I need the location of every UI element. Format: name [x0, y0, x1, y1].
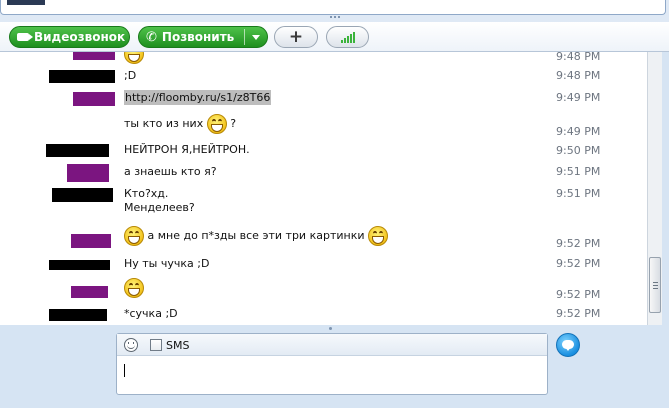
redacted-sender [71, 286, 108, 298]
plus-icon: + [288, 27, 304, 47]
message-link[interactable]: http://floomby.ru/s1/z8T66 [124, 90, 272, 105]
chat-message: а знаешь кто я? 9:51 PM [0, 162, 647, 184]
chat-message: *сучка ;D 9:52 PM [0, 306, 647, 324]
video-call-label: Видеозвонок [34, 30, 126, 44]
grin-emoticon-icon [206, 114, 227, 134]
compose-toolbar: SMS [117, 334, 547, 356]
message-time: 9:48 PM [556, 69, 601, 82]
video-call-button[interactable]: Видеозвонок [9, 26, 130, 48]
chat-message: 9:48 PM [0, 52, 647, 64]
chat-message: Кто?хд. Менделеев? 9:51 PM [0, 186, 647, 218]
chat-frame: 9:48 PM ;D 9:48 PM http://floomby.ru/s1/… [0, 52, 669, 325]
grin-emoticon-icon [124, 278, 144, 298]
top-panel [0, 0, 666, 15]
message-text: ты кто из них ? [124, 114, 236, 134]
message-text-part: ты кто из них [124, 117, 204, 130]
message-line: Кто?хд. [124, 187, 169, 200]
grin-emoticon-icon [367, 226, 388, 246]
message-text-part: ? [230, 117, 237, 130]
redacted-sender [49, 260, 110, 270]
chat-message: а мне до п*зды все эти три картинки 9:52… [0, 226, 647, 252]
message-time: 9:50 PM [556, 144, 601, 157]
chat-message: 9:52 PM [0, 278, 647, 302]
message-text: http://floomby.ru/s1/z8T66 [124, 90, 272, 105]
scrollbar-thumb[interactable] [649, 257, 661, 313]
message-time: 9:52 PM [556, 288, 601, 301]
message-text-part: а мне до п*зды все эти три картинки [147, 229, 365, 242]
call-quality-button[interactable] [326, 26, 369, 48]
contact-thumbnail [7, 0, 45, 5]
chevron-down-icon[interactable] [252, 35, 260, 40]
emoticon-picker-icon[interactable] [124, 338, 138, 352]
message-text: *сучка ;D [124, 307, 178, 320]
message-line: Менделеев? [124, 201, 195, 214]
redacted-sender [52, 188, 113, 202]
send-message-button[interactable] [556, 333, 580, 357]
message-text [124, 52, 144, 64]
message-text: Ну ты чучка ;D [124, 257, 210, 270]
signal-bars-icon [340, 31, 355, 43]
message-time: 9:52 PM [556, 307, 601, 320]
message-text: ;D [124, 69, 137, 82]
message-text [124, 278, 144, 298]
chat-message: http://floomby.ru/s1/z8T66 9:49 PM [0, 90, 647, 108]
message-text: а знаешь кто я? [124, 165, 217, 178]
message-text: Кто?хд. Менделеев? [124, 187, 195, 215]
sms-label[interactable]: SMS [166, 339, 189, 352]
grin-emoticon-icon [124, 52, 144, 64]
message-text: НЕЙТРОН Я,НЕЙТРОН. [124, 143, 250, 156]
window-top-strip [0, 0, 669, 22]
message-time: 9:49 PM [556, 91, 601, 104]
redacted-sender [67, 164, 109, 182]
redacted-sender [49, 309, 107, 321]
message-time: 9:52 PM [556, 257, 601, 270]
chat-message: Ну ты чучка ;D 9:52 PM [0, 256, 647, 274]
resize-grip-icon[interactable] [330, 16, 342, 20]
redacted-sender [73, 92, 115, 106]
message-time: 9:51 PM [556, 165, 601, 178]
message-time: 9:51 PM [556, 187, 601, 200]
message-text: а мне до п*зды все эти три картинки [124, 226, 388, 246]
chat-message: ты кто из них ? 9:49 PM [0, 112, 647, 138]
add-button[interactable]: + [274, 26, 318, 48]
redacted-sender [49, 70, 115, 83]
message-time: 9:52 PM [556, 237, 601, 250]
redacted-sender [73, 52, 115, 60]
grin-emoticon-icon [124, 226, 144, 246]
chat-message: ;D 9:48 PM [0, 68, 647, 84]
chat-scrollbar[interactable] [647, 52, 662, 325]
message-time: 9:49 PM [556, 125, 601, 138]
message-time: 9:48 PM [556, 52, 601, 63]
call-button-divider [244, 29, 245, 45]
video-camera-icon [17, 33, 33, 41]
call-toolbar: Видеозвонок ✆ Позвонить + [0, 22, 669, 52]
chat-history[interactable]: 9:48 PM ;D 9:48 PM http://floomby.ru/s1/… [0, 52, 647, 325]
sms-checkbox[interactable] [150, 339, 162, 351]
text-caret [124, 364, 125, 377]
chat-message: НЕЙТРОН Я,НЕЙТРОН. 9:50 PM [0, 142, 647, 158]
phone-icon: ✆ [146, 29, 157, 45]
call-button[interactable]: ✆ Позвонить [138, 26, 268, 48]
message-compose-box[interactable]: SMS [116, 333, 548, 395]
window-bottom-strip [0, 398, 669, 408]
splitter-handle-icon[interactable] [329, 327, 332, 330]
redacted-sender [71, 234, 111, 248]
call-label: Позвонить [161, 30, 235, 44]
redacted-sender [46, 144, 109, 157]
